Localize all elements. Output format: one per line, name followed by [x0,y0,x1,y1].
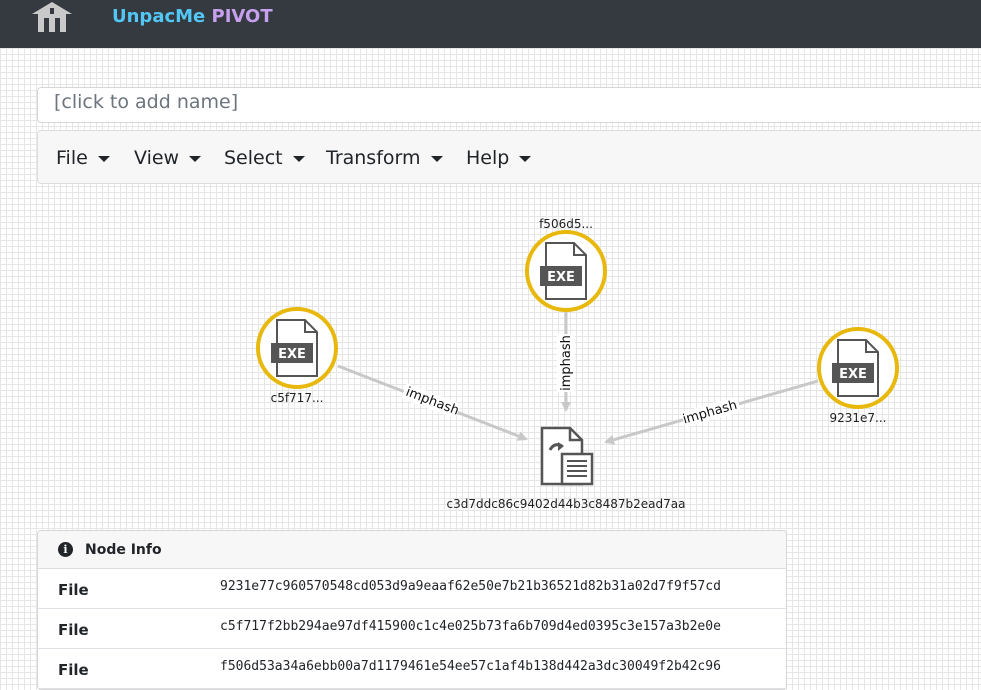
node-label: f506d5... [539,217,593,231]
graph-edge[interactable]: imphash [337,364,528,441]
row-key: File [58,581,89,599]
graph-node-exe[interactable]: EXE [817,327,899,409]
table-row[interactable]: File c5f717f2bb294ae97df415900c1c4e025b7… [38,609,786,649]
graph-edge[interactable]: imphash [557,312,575,412]
node-info-header: i Node Info [38,531,786,569]
imphash-document-icon [540,426,594,486]
node-info-title: Node Info [85,541,162,558]
node-label: 9231e7... [830,411,887,425]
graph-edge[interactable]: imphash [604,379,819,445]
node-label: c3d7ddc86c9402d44b3c8487b2ead7aa [447,497,686,511]
exe-file-icon: EXE [832,339,879,397]
row-value[interactable]: 9231e77c960570548cd053d9a9eaaf62e50e7b21… [220,579,721,594]
svg-text:EXE: EXE [278,347,306,362]
edge-label: imphash [559,335,574,391]
graph-node-imphash[interactable] [540,426,594,486]
row-value[interactable]: c5f717f2bb294ae97df415900c1c4e025b73fa6b… [220,619,721,634]
row-key: File [58,621,89,639]
table-row[interactable]: File 9231e77c960570548cd053d9a9eaaf62e50… [38,569,786,609]
graph-node-exe[interactable]: EXE [525,230,607,312]
svg-text:EXE: EXE [547,270,575,285]
table-row[interactable]: File f506d53a34a6ebb00a7d1179461e54ee57c… [38,649,786,689]
node-label: c5f717... [271,391,324,405]
node-info-panel: i Node Info File 9231e77c960570548cd053d… [37,530,787,690]
row-value[interactable]: f506d53a34a6ebb00a7d1179461e54ee57c1af4b… [220,659,721,674]
info-icon: i [58,542,73,557]
exe-file-icon: EXE [271,319,318,377]
exe-file-icon: EXE [540,242,587,300]
graph-node-exe[interactable]: EXE [256,307,338,389]
row-key: File [58,661,89,679]
edge-label: imphash [404,385,461,419]
edge-label: imphash [681,398,739,428]
svg-text:EXE: EXE [839,367,867,382]
